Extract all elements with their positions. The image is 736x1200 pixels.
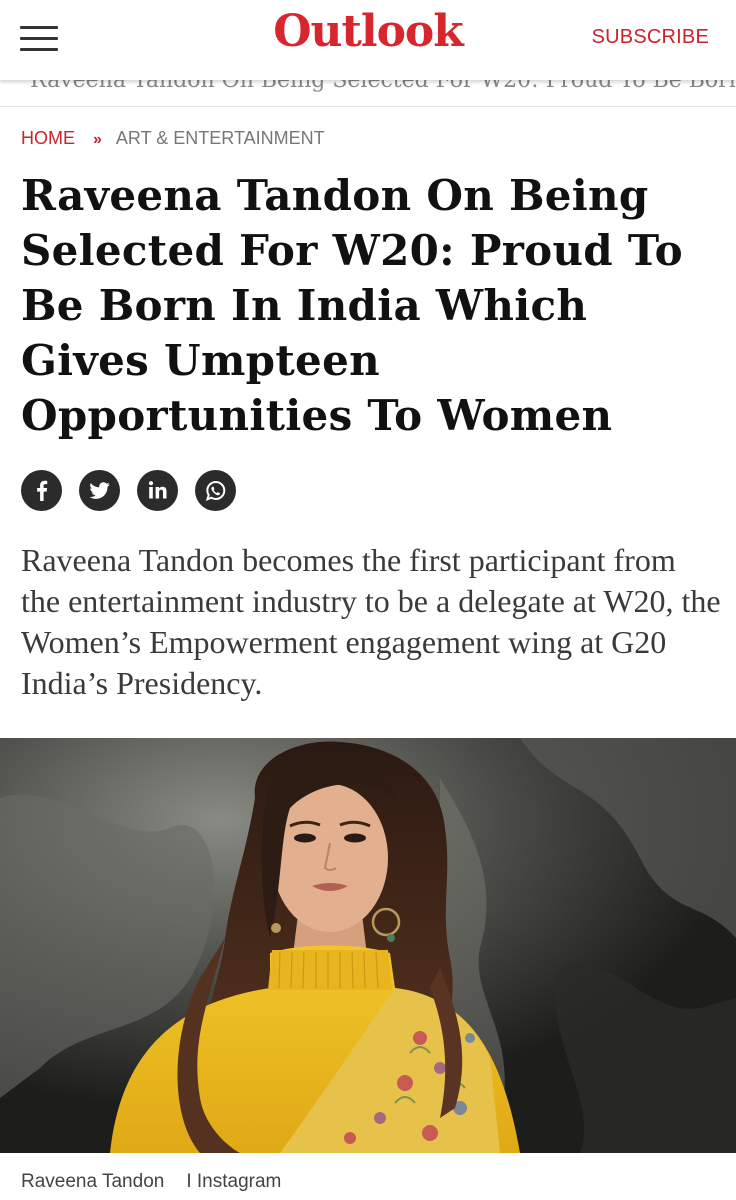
facebook-icon[interactable] [21,470,62,511]
whatsapp-icon[interactable] [195,470,236,511]
caption-name: Raveena Tandon [21,1171,165,1192]
sticky-title-text: Raveena Tandon On Being Selected For W20… [30,80,736,93]
sticky-title-bar: Raveena Tandon On Being Selected For W20… [0,80,736,107]
image-caption: Raveena Tandon I Instagram [21,1171,281,1193]
subscribe-button[interactable]: SUBSCRIBE [592,26,709,49]
breadcrumb-home-link[interactable]: HOME [21,128,75,148]
article-hero-image [0,738,736,1153]
twitter-icon[interactable] [79,470,120,511]
outlook-logo[interactable]: Outlook [254,6,482,58]
article-summary: Raveena Tandon becomes the first partici… [21,542,721,701]
linkedin-icon[interactable] [137,470,178,511]
caption-credit: I Instagram [186,1171,282,1192]
breadcrumb: HOME » ART & ENTERTAINMENT [21,127,325,151]
article-headline: Raveena Tandon On Being Selected For W20… [21,171,683,440]
breadcrumb-category-link[interactable]: ART & ENTERTAINMENT [116,128,325,148]
breadcrumb-separator: » [93,131,102,148]
hamburger-menu-icon[interactable] [20,24,60,54]
site-header: Outlook SUBSCRIBE [0,0,736,80]
